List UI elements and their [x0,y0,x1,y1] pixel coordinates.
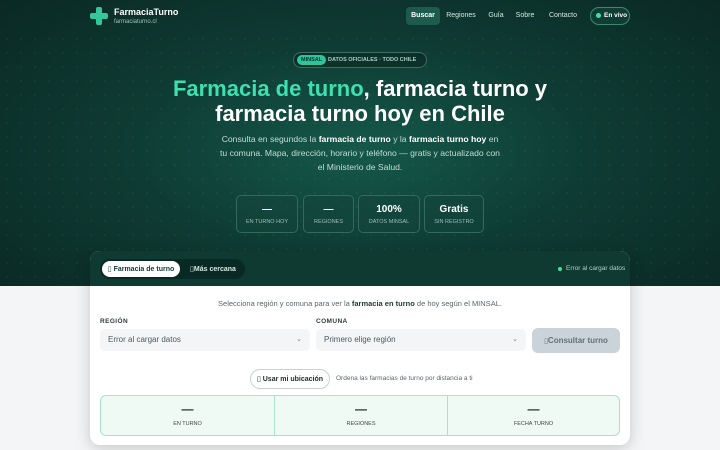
location-hint: Ordena las farmacias de turno por distan… [336,375,473,382]
summary-en-turno: — EN TURNO [101,396,274,435]
stat-value: — [323,204,334,215]
consult-label: Consultar turno [547,336,608,345]
hero-subtitle: Consulta en segundos la farmacia de turn… [218,132,502,174]
tab-label: Farmacia de turno [113,266,175,273]
nav-link-sobre[interactable]: Sobre [512,7,538,25]
chevron-down-icon: ⌄ [512,336,518,343]
crosshair-icon: ▯ [256,375,261,383]
badge-text: DATOS OFICIALES · TODO CHILE [328,57,417,63]
region-label: REGIÓN [100,318,129,325]
intro-part: Selecciona región y comuna para ver la [218,299,352,308]
comuna-label: COMUNA [316,318,348,325]
stat-value: — [262,204,272,215]
subtitle-part: Consulta en segundos la [221,134,319,144]
consultar-turno-button[interactable]: ▯Consultar turno [532,328,620,353]
intro-part: de hoy según el MINSAL. [414,299,502,308]
live-status-pill[interactable]: En vivo [590,7,630,25]
summary-label: FECHA TURNO [513,421,554,427]
page-title: Farmacia de turno, farmacia turno y farm… [150,76,570,126]
data-status-text: Error al cargar datos [566,265,626,272]
summary-panel: — EN TURNO — REGIONES — FECHA TURNO [100,395,620,436]
region-select-value: Error al cargar datos [108,335,181,344]
live-label: En vivo [604,12,628,19]
minsal-tag: MINSAL [297,55,327,65]
live-dot-icon [596,13,601,18]
summary-label: EN TURNO [173,421,202,427]
comuna-select-value: Primero elige región [324,335,396,344]
locate-label: Usar mi ubicación [262,376,324,383]
tab-mas-cercana[interactable]: ▯Más cercana [184,261,242,277]
search-mode-tabs: ▯ Farmacia de turno ▯Más cercana [100,259,245,279]
subtitle-bold: farmacia turno hoy [408,134,487,144]
summary-regiones: — REGIONES [274,396,447,435]
title-accent: Farmacia de turno [172,76,364,101]
nav-link-contacto[interactable]: Contacto [543,7,583,25]
status-dot-icon [558,267,562,271]
nav-link-buscar[interactable]: Buscar [406,7,440,25]
tab-farmacia-de-turno[interactable]: ▯ Farmacia de turno [102,261,180,277]
tab-label: Más cercana [193,266,236,273]
subtitle-bold: farmacia de turno [318,134,391,144]
stat-label: REGIONES [313,219,344,225]
brand-logo[interactable]: FarmaciaTurno farmaciaturno.cl [114,7,178,26]
comuna-select[interactable]: Primero elige región ⌄ [316,329,526,351]
pharmacy-icon: ▯ [107,265,112,273]
search-intro: Selecciona región y comuna para ver la f… [90,299,630,309]
summary-fecha-turno: — FECHA TURNO [447,396,619,435]
nav-link-guia[interactable]: Guía [484,7,508,25]
medical-cross-icon[interactable] [90,7,108,25]
top-nav: FarmaciaTurno farmaciaturno.cl Buscar Re… [0,0,720,32]
brand-name: FarmaciaTurno [114,7,179,17]
stat-label: DATOS MINSAL [368,219,410,225]
stat-value: Gratis [439,204,469,215]
subtitle-part: y la [390,134,409,144]
stat-regiones: — REGIONES [303,195,354,233]
search-card-header: ▯ Farmacia de turno ▯Más cercana Error a… [90,251,630,286]
stat-sin-registro: Gratis SIN REGISTRO [424,195,484,233]
stat-datos-minsal: 100% DATOS MINSAL [358,195,420,233]
stat-label: SIN REGISTRO [434,219,474,225]
stat-value: 100% [376,204,402,215]
summary-value: — [181,402,194,416]
summary-value: — [527,402,540,416]
summary-value: — [355,402,367,416]
brand-domain: farmaciaturno.cl [114,19,157,25]
nav-link-regiones[interactable]: Regiones [443,7,479,25]
region-select[interactable]: Error al cargar datos ⌄ [100,329,310,351]
use-location-button[interactable]: ▯ Usar mi ubicación [250,369,330,389]
intro-bold: farmacia en turno [351,299,415,308]
chevron-down-icon: ⌄ [296,336,302,343]
summary-label: REGIONES [346,421,376,427]
stat-label: EN TURNO HOY [245,219,289,225]
stat-en-turno-hoy: — EN TURNO HOY [236,195,298,233]
search-card: ▯ Farmacia de turno ▯Más cercana Error a… [90,251,630,445]
official-data-badge: MINSAL DATOS OFICIALES · TODO CHILE [293,52,427,68]
